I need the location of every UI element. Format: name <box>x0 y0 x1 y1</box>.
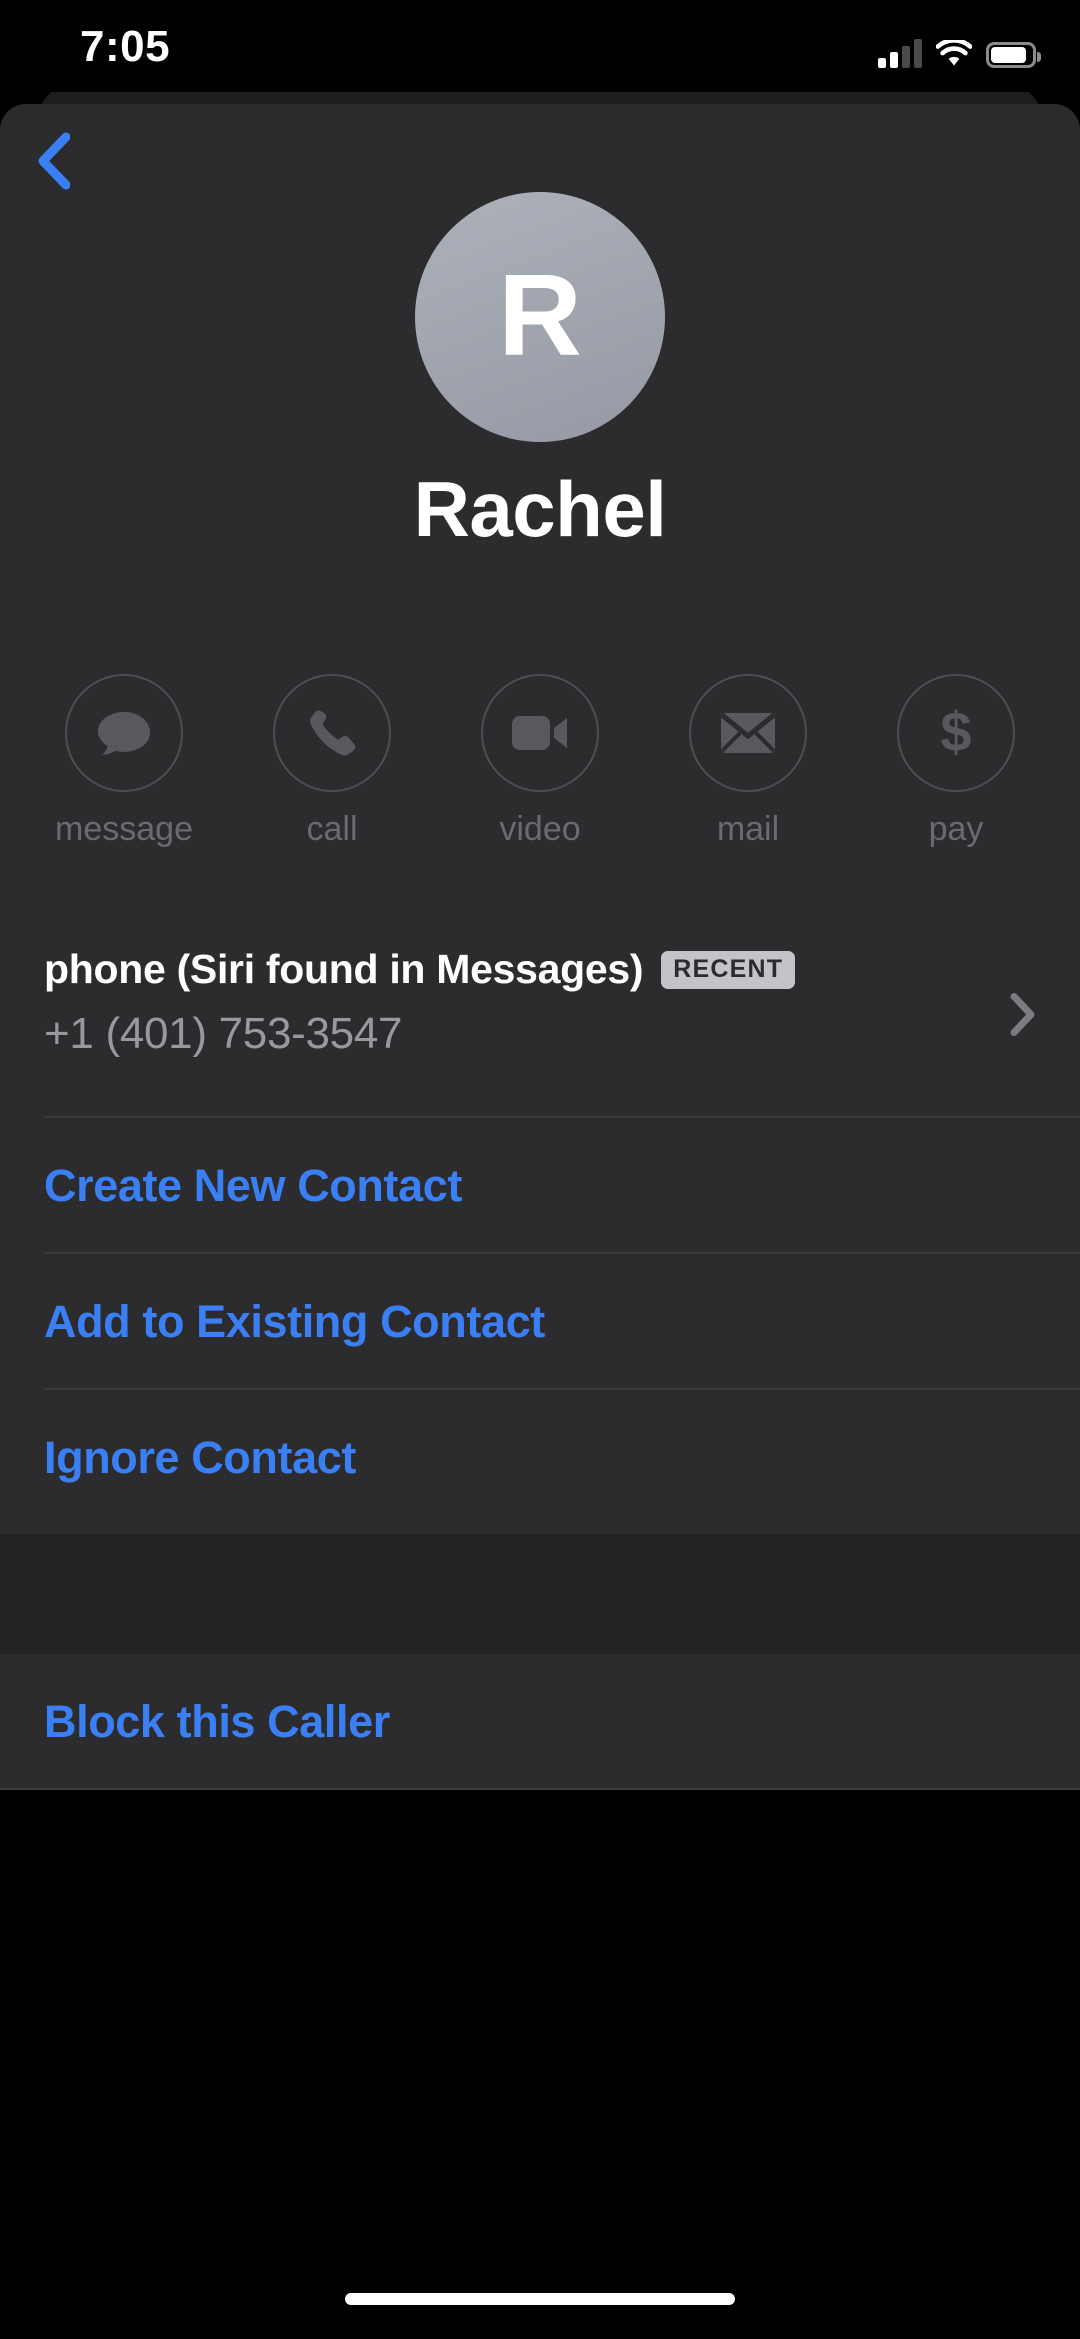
chevron-left-icon <box>38 132 70 190</box>
status-bar-time: 7:05 <box>80 22 171 71</box>
block-this-caller-button[interactable]: Block this Caller <box>0 1654 1080 1790</box>
battery-icon <box>986 42 1041 68</box>
phone-handset-icon <box>310 710 356 756</box>
message-bubble-icon <box>98 712 150 755</box>
action-label-video: video <box>499 810 581 848</box>
phone-entry-label: phone (Siri found in Messages) <box>44 946 644 992</box>
action-video[interactable]: video <box>456 674 624 849</box>
action-circle-message[interactable] <box>65 674 183 792</box>
phone-screen: 7:05 R Rachel message call video mail $ … <box>0 0 1080 2339</box>
status-bar: 7:05 <box>0 0 1080 92</box>
action-pay[interactable]: $ pay <box>872 674 1040 849</box>
action-circle-pay[interactable]: $ <box>897 674 1015 792</box>
action-label-pay: pay <box>928 810 984 848</box>
ignore-contact-button[interactable]: Ignore Contact <box>0 1390 1080 1526</box>
avatar: R <box>415 192 665 442</box>
back-button[interactable] <box>14 124 92 198</box>
video-camera-icon <box>512 716 567 750</box>
contact-info-section: phone (Siri found in Messages) RECENT +1… <box>0 916 1080 1526</box>
bottom-safe-area <box>0 1790 1080 2339</box>
status-badge: RECENT <box>661 950 796 989</box>
action-label-mail: mail <box>716 810 780 848</box>
add-to-existing-contact-label: Add to Existing Contact <box>44 1296 545 1347</box>
status-bar-indicators <box>878 30 1041 68</box>
block-this-caller-label: Block this Caller <box>44 1696 390 1747</box>
phone-entry-number: +1 (401) 753-3547 <box>44 1009 403 1058</box>
action-label-call: call <box>306 810 358 848</box>
chevron-right-icon <box>1010 993 1035 1036</box>
action-label-message: message <box>55 810 193 848</box>
avatar-initial: R <box>498 250 582 380</box>
ignore-contact-label: Ignore Contact <box>44 1432 356 1483</box>
add-to-existing-contact-button[interactable]: Add to Existing Contact <box>0 1254 1080 1390</box>
svg-text:$: $ <box>940 703 971 763</box>
action-circle-mail[interactable] <box>689 674 807 792</box>
section-gap <box>0 1534 1080 1654</box>
disclosure-button[interactable] <box>1010 993 1036 1042</box>
phone-entry-row[interactable]: phone (Siri found in Messages) RECENT +1… <box>0 916 1080 1118</box>
action-mail[interactable]: mail <box>664 674 832 849</box>
action-call[interactable]: call <box>248 674 416 849</box>
action-circle-call[interactable] <box>273 674 391 792</box>
action-circle-video[interactable] <box>481 674 599 792</box>
create-new-contact-label: Create New Contact <box>44 1160 462 1211</box>
phone-label-line: phone (Siri found in Messages) RECENT <box>44 946 1036 993</box>
wifi-icon <box>935 38 973 68</box>
quick-actions-row: message call video mail $ pay <box>0 674 1080 849</box>
create-new-contact-button[interactable]: Create New Contact <box>0 1118 1080 1254</box>
home-indicator[interactable] <box>345 2293 735 2305</box>
action-message[interactable]: message <box>40 674 208 849</box>
contact-name: Rachel <box>413 465 667 553</box>
envelope-icon <box>720 713 776 753</box>
signal-bars-icon <box>878 38 922 68</box>
dollar-sign-icon: $ <box>940 703 971 763</box>
block-section: Block this Caller <box>0 1654 1080 1790</box>
